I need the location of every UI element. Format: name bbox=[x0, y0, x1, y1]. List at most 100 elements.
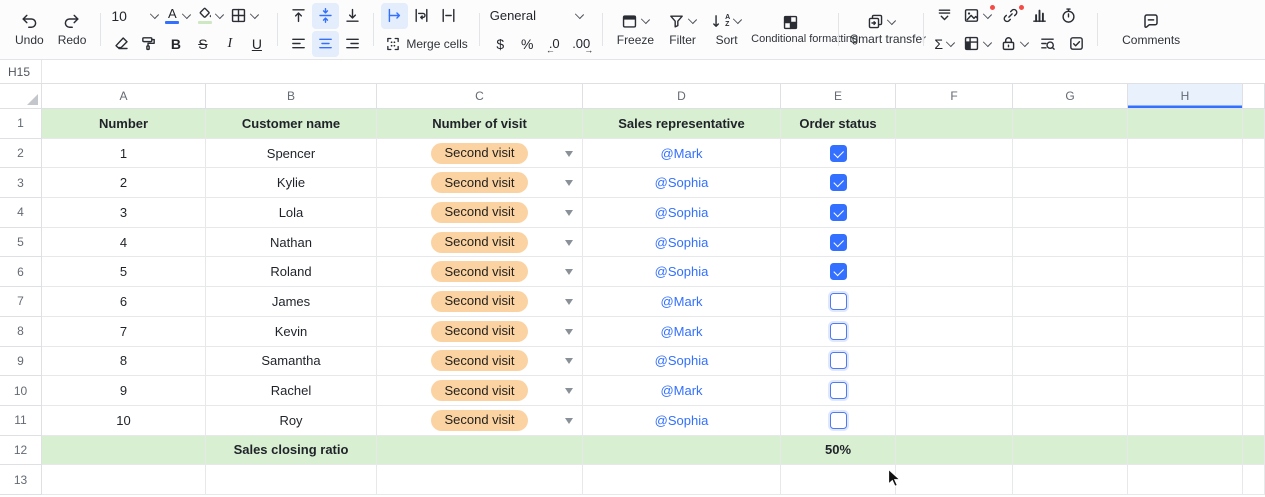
insert-checkbox-button[interactable] bbox=[1063, 31, 1090, 57]
halign-right-button[interactable] bbox=[339, 31, 366, 57]
clear-format-button[interactable] bbox=[108, 31, 135, 57]
visit-option-pill[interactable]: Second visit bbox=[431, 291, 527, 312]
cell-empty[interactable] bbox=[1128, 376, 1243, 406]
valign-top-button[interactable] bbox=[285, 3, 312, 29]
row-header[interactable]: 12 bbox=[0, 436, 42, 466]
cell-sales-rep-mention[interactable]: @Sophia bbox=[583, 257, 781, 287]
header-cell-customer-name[interactable]: Customer name bbox=[206, 109, 377, 139]
freeze-button[interactable]: Freeze bbox=[610, 0, 661, 59]
cell-sales-rep-mention[interactable]: @Sophia bbox=[583, 198, 781, 228]
visit-option-pill[interactable]: Second visit bbox=[431, 202, 527, 223]
underline-button[interactable]: U bbox=[243, 31, 270, 57]
cell-visit-dropdown[interactable]: Second visit bbox=[377, 198, 583, 228]
visit-option-pill[interactable]: Second visit bbox=[431, 172, 527, 193]
cell-order-status[interactable] bbox=[781, 257, 896, 287]
cell-number[interactable]: 10 bbox=[42, 406, 206, 436]
column-header-d[interactable]: D bbox=[583, 84, 781, 109]
halign-center-button[interactable] bbox=[312, 31, 339, 57]
cell-order-status[interactable] bbox=[781, 168, 896, 198]
header-cell-sales-representative[interactable]: Sales representative bbox=[583, 109, 781, 139]
summary-label-cell[interactable]: Sales closing ratio bbox=[206, 436, 377, 466]
cell-order-status[interactable] bbox=[781, 139, 896, 169]
formula-input[interactable] bbox=[42, 60, 1265, 83]
cell-empty[interactable] bbox=[1013, 139, 1128, 169]
visit-option-pill[interactable]: Second visit bbox=[431, 410, 527, 431]
filter-button[interactable]: Filter bbox=[661, 0, 704, 59]
cell-empty[interactable] bbox=[1128, 109, 1243, 139]
insert-chart-button[interactable] bbox=[1026, 3, 1053, 29]
dropdown-triangle-icon[interactable] bbox=[565, 180, 573, 186]
cell-empty[interactable] bbox=[1013, 406, 1128, 436]
currency-button[interactable]: $ bbox=[487, 31, 514, 57]
column-header-g[interactable]: G bbox=[1013, 84, 1128, 109]
dropdown-triangle-icon[interactable] bbox=[565, 151, 573, 157]
column-header-c[interactable]: C bbox=[377, 84, 583, 109]
row-header[interactable]: 8 bbox=[0, 317, 42, 347]
cell-empty[interactable] bbox=[781, 465, 896, 495]
cell-empty[interactable] bbox=[377, 436, 583, 466]
cell-empty[interactable] bbox=[206, 465, 377, 495]
cell-number[interactable]: 5 bbox=[42, 257, 206, 287]
number-format-select[interactable]: General bbox=[487, 3, 587, 29]
cell-empty[interactable] bbox=[1243, 317, 1265, 347]
cell-empty[interactable] bbox=[1128, 436, 1243, 466]
cell-visit-dropdown[interactable]: Second visit bbox=[377, 228, 583, 258]
cell-customer-name[interactable]: Rachel bbox=[206, 376, 377, 406]
text-color-button[interactable]: A bbox=[162, 3, 194, 29]
redo-button[interactable]: Redo bbox=[51, 0, 94, 59]
column-header-partial[interactable] bbox=[1243, 84, 1265, 109]
format-painter-button[interactable] bbox=[135, 31, 162, 57]
decrease-decimal-button[interactable]: .0← bbox=[541, 31, 568, 57]
cell-empty[interactable] bbox=[1128, 257, 1243, 287]
cell-empty[interactable] bbox=[896, 168, 1013, 198]
dropdown-triangle-icon[interactable] bbox=[565, 269, 573, 275]
cell-customer-name[interactable]: Roy bbox=[206, 406, 377, 436]
visit-option-pill[interactable]: Second visit bbox=[431, 380, 527, 401]
cell-visit-dropdown[interactable]: Second visit bbox=[377, 406, 583, 436]
row-header[interactable]: 1 bbox=[0, 109, 42, 139]
text-wrap-button[interactable] bbox=[408, 3, 435, 29]
cell-visit-dropdown[interactable]: Second visit bbox=[377, 347, 583, 377]
cell-empty[interactable] bbox=[1128, 168, 1243, 198]
cell-sales-rep-mention[interactable]: @Sophia bbox=[583, 168, 781, 198]
insert-link-button[interactable] bbox=[997, 3, 1024, 29]
merge-cells-button[interactable]: Merge cells bbox=[381, 31, 471, 57]
row-header[interactable]: 10 bbox=[0, 376, 42, 406]
cell-customer-name[interactable]: Kylie bbox=[206, 168, 377, 198]
italic-button[interactable]: I bbox=[216, 31, 243, 57]
cell-number[interactable]: 3 bbox=[42, 198, 206, 228]
fill-color-button[interactable] bbox=[194, 3, 227, 29]
cell-empty[interactable] bbox=[896, 406, 1013, 436]
order-status-checkbox[interactable] bbox=[830, 145, 847, 162]
cell-customer-name[interactable]: Samantha bbox=[206, 347, 377, 377]
cell-sales-rep-mention[interactable]: @Mark bbox=[583, 287, 781, 317]
cell-customer-name[interactable]: Roland bbox=[206, 257, 377, 287]
insert-image-button[interactable] bbox=[960, 3, 995, 29]
cell-visit-dropdown[interactable]: Second visit bbox=[377, 139, 583, 169]
column-header-h-selected[interactable]: H bbox=[1128, 84, 1243, 109]
valign-bottom-button[interactable] bbox=[339, 3, 366, 29]
row-header[interactable]: 5 bbox=[0, 228, 42, 258]
cell-empty[interactable] bbox=[1128, 228, 1243, 258]
order-status-checkbox[interactable] bbox=[830, 323, 847, 340]
collapse-toolbar-button[interactable] bbox=[931, 3, 958, 29]
cell-empty[interactable] bbox=[1128, 406, 1243, 436]
cell-empty[interactable] bbox=[896, 465, 1013, 495]
cell-number[interactable]: 9 bbox=[42, 376, 206, 406]
cell-order-status[interactable] bbox=[781, 317, 896, 347]
cell-order-status[interactable] bbox=[781, 347, 896, 377]
strikethrough-button[interactable]: S bbox=[189, 31, 216, 57]
valign-middle-button[interactable] bbox=[312, 3, 339, 29]
cell-visit-dropdown[interactable]: Second visit bbox=[377, 376, 583, 406]
cell-empty[interactable] bbox=[1013, 436, 1128, 466]
dropdown-triangle-icon[interactable] bbox=[565, 210, 573, 216]
cell-empty[interactable] bbox=[1128, 198, 1243, 228]
cell-customer-name[interactable]: Nathan bbox=[206, 228, 377, 258]
visit-option-pill[interactable]: Second visit bbox=[431, 350, 527, 371]
pivot-table-button[interactable] bbox=[960, 31, 995, 57]
name-box[interactable]: H15 bbox=[0, 60, 42, 83]
dropdown-triangle-icon[interactable] bbox=[565, 418, 573, 424]
cell-number[interactable]: 8 bbox=[42, 347, 206, 377]
comments-button[interactable]: Comments bbox=[1105, 0, 1197, 59]
cell-empty[interactable] bbox=[896, 139, 1013, 169]
